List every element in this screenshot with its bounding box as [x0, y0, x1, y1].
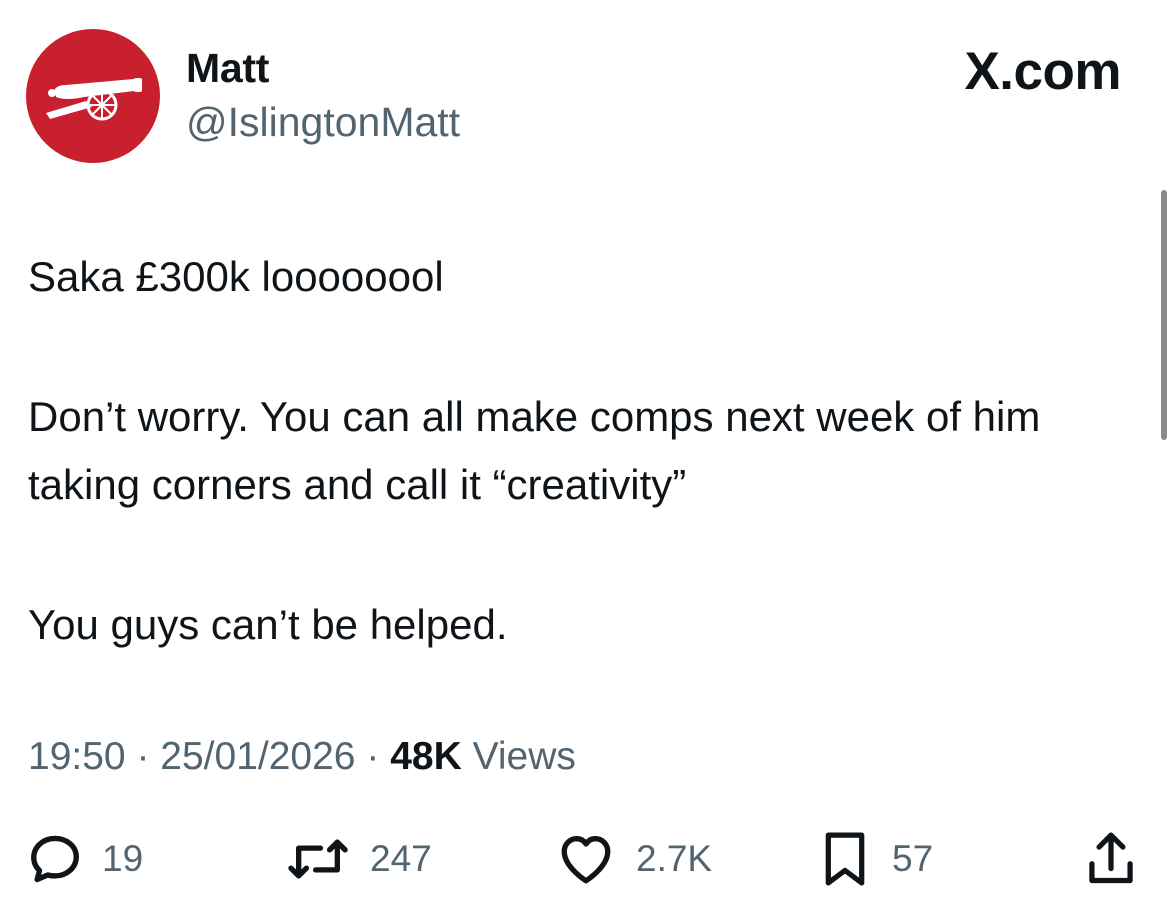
- tweet-time[interactable]: 19:50: [28, 735, 126, 778]
- reply-icon: [31, 835, 79, 883]
- heart-icon: [561, 836, 611, 884]
- repost-count: 247: [370, 838, 432, 879]
- avatar[interactable]: [26, 29, 160, 163]
- arsenal-cannon-icon: [46, 78, 142, 121]
- views-label: Views: [472, 735, 576, 778]
- brand-logo: X.com: [964, 42, 1121, 101]
- scrollbar[interactable]: [1161, 190, 1167, 440]
- tweet-date[interactable]: 25/01/2026: [160, 735, 355, 778]
- share-icon: [1089, 832, 1133, 884]
- like-button[interactable]: 2.7K: [554, 826, 712, 892]
- repost-button[interactable]: 247: [284, 826, 432, 892]
- tweet-paragraph: Saka £300k loooooool: [28, 253, 444, 300]
- meta-separator: ·: [366, 735, 380, 778]
- author-display-name[interactable]: Matt: [186, 44, 269, 92]
- tweet-paragraph: You guys can’t be helped.: [28, 601, 508, 648]
- views-count: 48K: [390, 735, 462, 778]
- like-count: 2.7K: [636, 838, 713, 879]
- bookmark-button[interactable]: 57: [816, 826, 933, 892]
- author-handle[interactable]: @IslingtonMatt: [186, 98, 460, 146]
- bookmark-icon: [825, 832, 865, 886]
- meta-separator: ·: [136, 735, 150, 778]
- tweet-paragraph: Don’t worry. You can all make comps next…: [28, 393, 1041, 508]
- action-bar: 19 247 2.7K 57: [0, 826, 1167, 892]
- reply-count: 19: [102, 838, 144, 879]
- share-button[interactable]: [1082, 826, 1140, 892]
- reply-button[interactable]: 19: [26, 826, 143, 892]
- tweet-meta: 19:50 · 25/01/2026 · 48K Views: [28, 734, 576, 780]
- tweet-text: Saka £300k loooooool Don’t worry. You ca…: [28, 243, 1138, 659]
- bookmark-count: 57: [892, 838, 934, 879]
- repost-icon: [288, 839, 348, 879]
